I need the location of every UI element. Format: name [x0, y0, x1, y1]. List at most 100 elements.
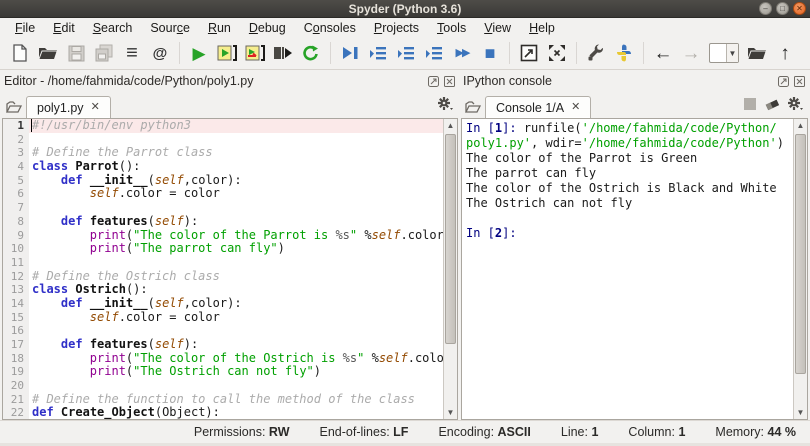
line-number: 11	[3, 255, 29, 270]
run-current-line-icon[interactable]	[365, 40, 391, 66]
code-line-13[interactable]: 13 class Ostrich():	[3, 282, 443, 297]
code-area[interactable]: 1 #!/usr/bin/env python3 2 3 # Define the Pa…	[3, 119, 443, 419]
code-line-8[interactable]: 8 def features(self):	[3, 214, 443, 229]
undock-icon[interactable]	[427, 75, 440, 88]
editor-tab-label: poly1.py	[37, 100, 84, 115]
tab-close-icon[interactable]: ✕	[571, 102, 580, 113]
working-directory-combobox[interactable]: ▼	[706, 40, 742, 66]
step-return-icon[interactable]	[421, 40, 447, 66]
console-line: The color of the Parrot is Green	[466, 151, 698, 165]
console-pane: IPython console Console 1/A ✕ In [1]: ru…	[461, 70, 808, 420]
rerun-last-icon[interactable]	[298, 40, 324, 66]
new-file-icon[interactable]	[7, 40, 33, 66]
console-scrollbar[interactable]: ▲ ▼	[793, 119, 807, 419]
file-switcher-icon[interactable]: ≡	[119, 40, 145, 66]
code-line-20[interactable]: 20	[3, 379, 443, 393]
menu-view[interactable]: View	[475, 21, 520, 35]
menu-tools[interactable]: Tools	[428, 21, 475, 35]
tab-close-icon[interactable]: ✕	[91, 102, 100, 113]
menu-projects[interactable]: Projects	[365, 21, 428, 35]
editor-pane: Editor - /home/fahmida/code/Python/poly1…	[2, 70, 458, 420]
menu-source[interactable]: Source	[141, 21, 199, 35]
python-path-manager-icon[interactable]	[611, 40, 637, 66]
code-line-4[interactable]: 4 class Parrot():	[3, 159, 443, 174]
console-content[interactable]: In [1]: runfile('/home/fahmida/code/Pyth…	[461, 118, 808, 420]
editor-tab-poly1[interactable]: poly1.py ✕	[26, 96, 111, 118]
preferences-icon[interactable]	[583, 40, 609, 66]
code-line-6[interactable]: 6 self.color = color	[3, 187, 443, 202]
console-tab-1a[interactable]: Console 1/A ✕	[485, 96, 592, 118]
minimize-button[interactable]: –	[759, 2, 772, 15]
line-number: 18	[3, 351, 29, 366]
line-number: 7	[3, 201, 29, 215]
editor-content[interactable]: 1 #!/usr/bin/env python3 2 3 # Define the Pa…	[2, 118, 458, 420]
menu-help[interactable]: Help	[520, 21, 564, 35]
close-button[interactable]: ✕	[793, 2, 806, 15]
code-line-14[interactable]: 14 def __init__(self,color):	[3, 296, 443, 311]
menu-run[interactable]: Run	[199, 21, 240, 35]
parent-directory-icon[interactable]: ↑	[772, 40, 798, 66]
step-into-icon[interactable]	[393, 40, 419, 66]
code-line-2[interactable]: 2	[3, 132, 443, 147]
scroll-up-icon[interactable]: ▲	[794, 119, 807, 132]
back-icon[interactable]: ←	[650, 40, 676, 66]
toolbar-separator	[327, 42, 334, 64]
main-toolbar: ≡ @ ▶ ▶▶ ■ ← → ▼ ↑	[0, 37, 810, 70]
rerun-cell-icon[interactable]	[242, 40, 268, 66]
menu-edit[interactable]: Edit	[44, 21, 84, 35]
code-line-5[interactable]: 5 def __init__(self,color):	[3, 173, 443, 188]
scroll-down-icon[interactable]: ▼	[794, 406, 807, 419]
line-number: 9	[3, 228, 29, 243]
code-line-18[interactable]: 18 print("The color of the Ostrich is %s…	[3, 351, 443, 366]
console-text[interactable]: In [1]: runfile('/home/fahmida/code/Pyth…	[466, 121, 793, 419]
continue-execution-icon[interactable]: ▶▶	[449, 40, 475, 66]
maximize-button[interactable]: □	[776, 2, 789, 15]
editor-options-gear-icon[interactable]	[437, 96, 454, 114]
undock-icon[interactable]	[777, 75, 790, 88]
scroll-thumb[interactable]	[795, 134, 806, 374]
code-line-7[interactable]: 7	[3, 201, 443, 215]
code-line-12[interactable]: 12 # Define the Ostrich class	[3, 269, 443, 284]
scroll-thumb[interactable]	[445, 134, 456, 344]
line-number: 3	[3, 146, 29, 161]
browse-tabs-icon[interactable]	[463, 98, 483, 116]
stop-debug-icon[interactable]: ■	[477, 40, 503, 66]
menu-search[interactable]: Search	[84, 21, 142, 35]
close-pane-icon[interactable]	[793, 75, 806, 88]
debug-file-icon[interactable]	[337, 40, 363, 66]
symbol-finder-icon[interactable]: @	[147, 40, 173, 66]
run-selection-icon[interactable]	[270, 40, 296, 66]
code-line-11[interactable]: 11	[3, 255, 443, 270]
editor-scrollbar[interactable]: ▲ ▼	[443, 119, 457, 419]
code-line-16[interactable]: 16	[3, 324, 443, 338]
console-line: The color of the Ostrich is Black and Wh…	[466, 181, 777, 195]
line-number: 1	[3, 119, 29, 133]
browse-tabs-icon[interactable]	[4, 98, 24, 116]
menu-consoles[interactable]: Consoles	[295, 21, 365, 35]
menu-file[interactable]: File	[6, 21, 44, 35]
code-line-15[interactable]: 15 self.color = color	[3, 310, 443, 325]
save-all-icon	[91, 40, 117, 66]
code-line-22[interactable]: 22 def Create_Object(Object):	[3, 406, 443, 419]
code-line-1[interactable]: 1 #!/usr/bin/env python3	[3, 119, 443, 133]
code-line-3[interactable]: 3 # Define the Parrot class	[3, 146, 443, 161]
code-line-9[interactable]: 9 print("The color of the Parrot is %s" …	[3, 228, 443, 243]
code-line-21[interactable]: 21 # Define the function to call the meth…	[3, 392, 443, 407]
close-pane-icon[interactable]	[443, 75, 456, 88]
code-line-10[interactable]: 10 print("The parrot can fly")	[3, 241, 443, 256]
clear-console-icon[interactable]	[764, 97, 780, 114]
scroll-down-icon[interactable]: ▼	[444, 406, 457, 419]
run-cell-icon[interactable]	[214, 40, 240, 66]
open-directory-icon[interactable]	[744, 40, 770, 66]
fullscreen-icon[interactable]	[544, 40, 570, 66]
code-line-17[interactable]: 17 def features(self):	[3, 337, 443, 352]
status-memory: Memory: 44 %	[715, 425, 796, 439]
maximize-pane-icon[interactable]	[516, 40, 542, 66]
menu-debug[interactable]: Debug	[240, 21, 295, 35]
code-line-19[interactable]: 19 print("The Ostrich can not fly")	[3, 365, 443, 380]
console-options-gear-icon[interactable]	[787, 96, 804, 114]
open-file-icon[interactable]	[35, 40, 61, 66]
scroll-up-icon[interactable]: ▲	[444, 119, 457, 132]
run-file-icon[interactable]: ▶	[186, 40, 212, 66]
